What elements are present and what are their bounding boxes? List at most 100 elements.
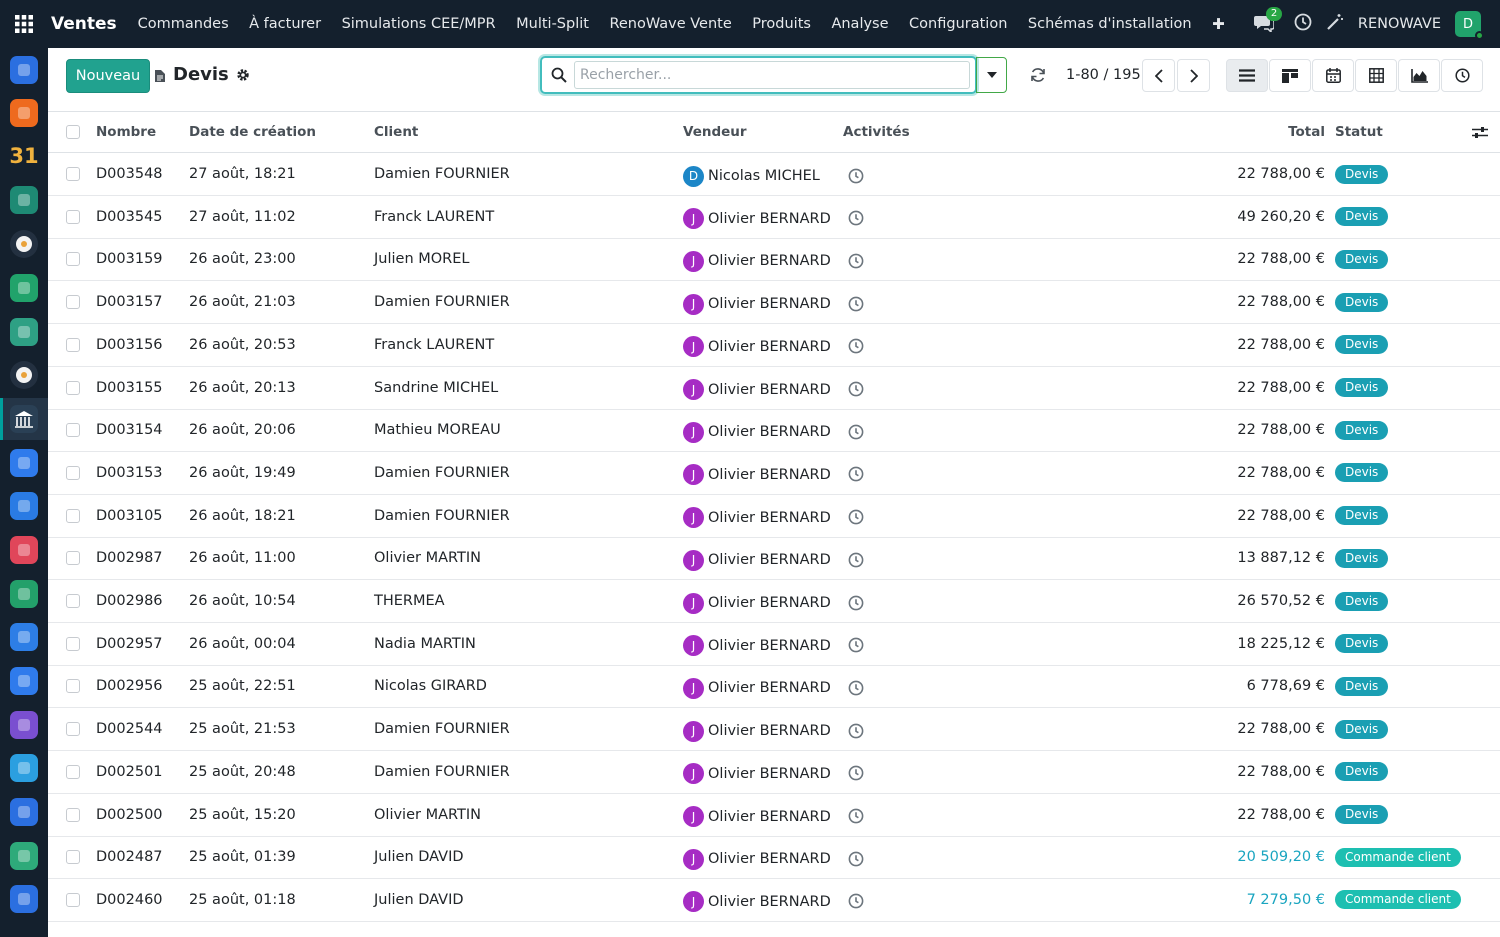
contacts-app-icon[interactable] [10,274,38,302]
magic-wand-icon[interactable] [1326,13,1344,35]
view-kanban-button[interactable] [1269,59,1311,92]
bank-app-icon[interactable] [10,405,38,433]
column-header-date[interactable]: Date de création [189,112,316,152]
signature-app-icon[interactable] [10,885,38,913]
menu-renowave-vente[interactable]: RenoWave Vente [609,16,731,32]
table-row[interactable]: D003105 26 août, 18:21 Damien FOURNIER J Oli… [48,495,1500,538]
table-row[interactable]: D003159 26 août, 23:00 Julien MOREL J Olivie… [48,238,1500,282]
search-options-toggle[interactable] [976,57,1007,93]
activity-clock-icon[interactable] [848,153,864,195]
column-header-client[interactable]: Client [374,112,418,152]
row-checkbox[interactable] [66,252,80,267]
blue-app-icon[interactable] [10,56,38,84]
activity-clock-icon[interactable] [848,708,864,750]
row-checkbox[interactable] [66,850,80,865]
activity-clock-icon[interactable] [848,751,864,793]
menu-analyse[interactable]: Analyse [831,16,888,32]
table-row[interactable]: D002986 26 août, 10:54 THERMEA J Olivier BER… [48,580,1500,623]
activity-clock-icon[interactable] [848,580,864,622]
activity-clock-icon[interactable] [848,452,864,494]
activity-clock-icon[interactable] [848,537,864,579]
menu-simulations[interactable]: Simulations CEE/MPR [342,16,496,32]
row-checkbox[interactable] [66,722,80,737]
table-row[interactable]: D003153 26 août, 19:49 Damien FOURNIER J Oli… [48,452,1500,495]
view-calendar-button[interactable] [1312,59,1354,92]
table-row[interactable]: D003548 27 août, 18:21 Damien FOURNIER D Nic… [48,153,1500,196]
activity-clock-icon[interactable] [848,281,864,323]
activity-clock-icon[interactable] [848,495,864,537]
pen-app-icon[interactable] [10,186,38,214]
blue-square-icon[interactable] [10,667,38,695]
table-row[interactable]: D002500 25 août, 15:20 Olivier MARTIN J Oliv… [48,794,1500,837]
view-activity-button[interactable] [1441,59,1483,92]
row-checkbox[interactable] [66,337,80,352]
search-input[interactable] [574,61,970,89]
menu-multi-split[interactable]: Multi-Split [516,16,589,32]
table-row[interactable]: D002460 25 août, 01:18 Julien DAVID J Olivie… [48,879,1500,922]
activity-clock-icon[interactable] [848,794,864,836]
calendar-31-icon[interactable]: 31 [9,142,38,170]
row-checkbox[interactable] [66,594,80,608]
activity-clock-icon[interactable] [848,238,864,280]
spreadsheet-app-icon[interactable] [10,842,38,870]
row-checkbox[interactable] [66,209,80,224]
row-checkbox[interactable] [66,465,80,480]
row-checkbox[interactable] [66,807,80,822]
vinyl-app-icon[interactable] [10,230,38,258]
activity-clock-icon[interactable] [848,324,864,366]
column-header-number[interactable]: Nombre [96,112,156,152]
app-menu-icon[interactable] [0,0,48,48]
column-header-activities[interactable]: Activités [843,112,910,152]
activity-clock-icon[interactable] [848,836,864,878]
activity-clock-icon[interactable] [848,409,864,451]
table-row[interactable]: D002487 25 août, 01:39 Julien DAVID J Olivie… [48,836,1500,880]
row-checkbox[interactable] [66,295,80,310]
view-graph-button[interactable] [1398,59,1440,92]
row-checkbox[interactable] [66,167,80,181]
activity-clock-icon[interactable] [1294,13,1312,35]
gear-icon[interactable] [236,68,250,82]
menu-add-icon[interactable]: ✚ [1212,15,1225,33]
activity-clock-icon[interactable] [848,879,864,921]
row-checkbox[interactable] [66,679,80,694]
planner-app-icon[interactable] [10,492,38,520]
chat-icon[interactable]: 2 [1253,7,1283,34]
column-header-total[interactable]: Total [1185,112,1325,152]
app-brand[interactable]: Ventes [51,14,117,34]
row-checkbox[interactable] [66,508,80,523]
menu-a-facturer[interactable]: À facturer [249,16,321,32]
table-row[interactable]: D003157 26 août, 21:03 Damien FOURNIER J Oli… [48,281,1500,325]
table-row[interactable]: D003155 26 août, 20:13 Sandrine MICHEL J Oli… [48,367,1500,410]
pager-next-button[interactable] [1177,59,1210,92]
menu-configuration[interactable]: Configuration [909,16,1007,32]
calendar-app-icon[interactable] [10,623,38,651]
people-app-icon[interactable] [10,798,38,826]
pager-value[interactable]: 1-80 / 195 [1066,67,1141,83]
check-app-icon[interactable] [10,318,38,346]
pager-previous-button[interactable] [1142,59,1175,92]
table-row[interactable]: D002957 26 août, 00:04 Nadia MARTIN J Olivie… [48,623,1500,666]
activity-clock-icon[interactable] [848,665,864,707]
row-checkbox[interactable] [66,892,80,907]
table-row[interactable]: D002501 25 août, 20:48 Damien FOURNIER J Oli… [48,751,1500,794]
table-row[interactable]: D002544 25 août, 21:53 Damien FOURNIER J Oli… [48,708,1500,752]
activity-clock-icon[interactable] [848,623,864,665]
blue-square-icon[interactable] [10,449,38,477]
table-row[interactable]: D002956 25 août, 22:51 Nicolas GIRARD J Oliv… [48,665,1500,709]
vinyl-app-icon[interactable] [10,361,38,389]
company-switcher[interactable]: RENOWAVE [1358,16,1441,32]
row-checkbox[interactable] [66,423,80,438]
green-app-icon[interactable] [10,580,38,608]
column-header-vendor[interactable]: Vendeur [683,112,747,152]
optional-columns-icon[interactable] [1472,112,1488,152]
user-avatar[interactable]: D [1455,11,1484,40]
refresh-icon[interactable] [1030,67,1046,87]
doc-app-icon[interactable] [10,754,38,782]
new-button[interactable]: Nouveau [66,59,150,93]
menu-commandes[interactable]: Commandes [138,16,229,32]
view-list-button[interactable] [1226,59,1268,92]
row-checkbox[interactable] [66,551,80,566]
menu-produits[interactable]: Produits [752,16,811,32]
table-row[interactable]: D003154 26 août, 20:06 Mathieu MOREAU J Oliv… [48,409,1500,453]
menu-schemas[interactable]: Schémas d'installation [1028,16,1192,32]
